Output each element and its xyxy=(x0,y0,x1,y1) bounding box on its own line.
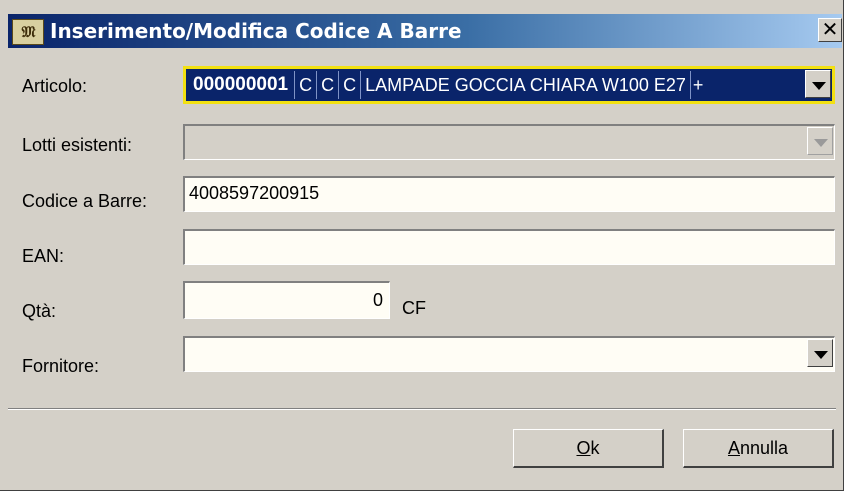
chevron-down-icon xyxy=(814,351,828,359)
articolo-flag-1: C xyxy=(294,71,316,99)
fornitore-dropdown-button[interactable] xyxy=(807,339,833,367)
articolo-selected-row: 000000001 C C C LAMPADE GOCCIA CHIARA W1… xyxy=(191,71,704,99)
articolo-flag-3: C xyxy=(338,71,360,99)
ean-input[interactable] xyxy=(183,229,835,265)
articolo-label: Articolo: xyxy=(22,76,88,96)
lotti-dropdown-button xyxy=(807,127,833,155)
chevron-down-icon xyxy=(812,82,826,90)
articolo-flag-2: C xyxy=(316,71,338,99)
articolo-description: LAMPADE GOCCIA CHIARA W100 E27 xyxy=(360,71,690,99)
lotti-label: Lotti esistenti: xyxy=(22,135,133,155)
chevron-down-icon xyxy=(814,139,828,147)
cancel-label-rest: nnulla xyxy=(739,438,789,458)
articolo-dropdown-button[interactable] xyxy=(805,70,831,98)
title-bar[interactable]: 𝔐 Inserimento/Modifica Codice A Barre ✕ xyxy=(8,14,842,48)
ok-mnemonic: O xyxy=(576,438,591,458)
qta-label: Qtà: xyxy=(22,301,57,321)
fornitore-combobox[interactable] xyxy=(183,336,835,372)
fornitore-label: Fornitore: xyxy=(22,356,100,376)
window-title: Inserimento/Modifica Codice A Barre xyxy=(50,19,462,43)
app-icon: 𝔐 xyxy=(12,19,44,45)
cancel-mnemonic: A xyxy=(727,438,740,458)
articolo-code: 000000001 xyxy=(193,74,289,95)
lotti-combobox xyxy=(183,124,835,160)
close-icon: ✕ xyxy=(821,17,839,41)
dialog-window: 𝔐 Inserimento/Modifica Codice A Barre ✕ … xyxy=(0,0,844,491)
articolo-combobox[interactable]: 000000001 C C C LAMPADE GOCCIA CHIARA W1… xyxy=(183,66,835,104)
quantity-unit: CF xyxy=(402,298,426,318)
cancel-button[interactable]: Annulla xyxy=(683,429,834,468)
articolo-overflow: + xyxy=(689,71,704,99)
ean-label: EAN: xyxy=(22,246,65,266)
quantity-input[interactable]: 0 xyxy=(183,281,390,319)
ok-label-rest: k xyxy=(590,438,600,458)
close-button[interactable]: ✕ xyxy=(818,18,842,42)
ok-button[interactable]: Ok xyxy=(513,429,664,468)
codice-label: Codice a Barre: xyxy=(22,191,148,211)
barcode-input[interactable]: 4008597200915 xyxy=(183,176,835,212)
separator xyxy=(8,408,836,410)
